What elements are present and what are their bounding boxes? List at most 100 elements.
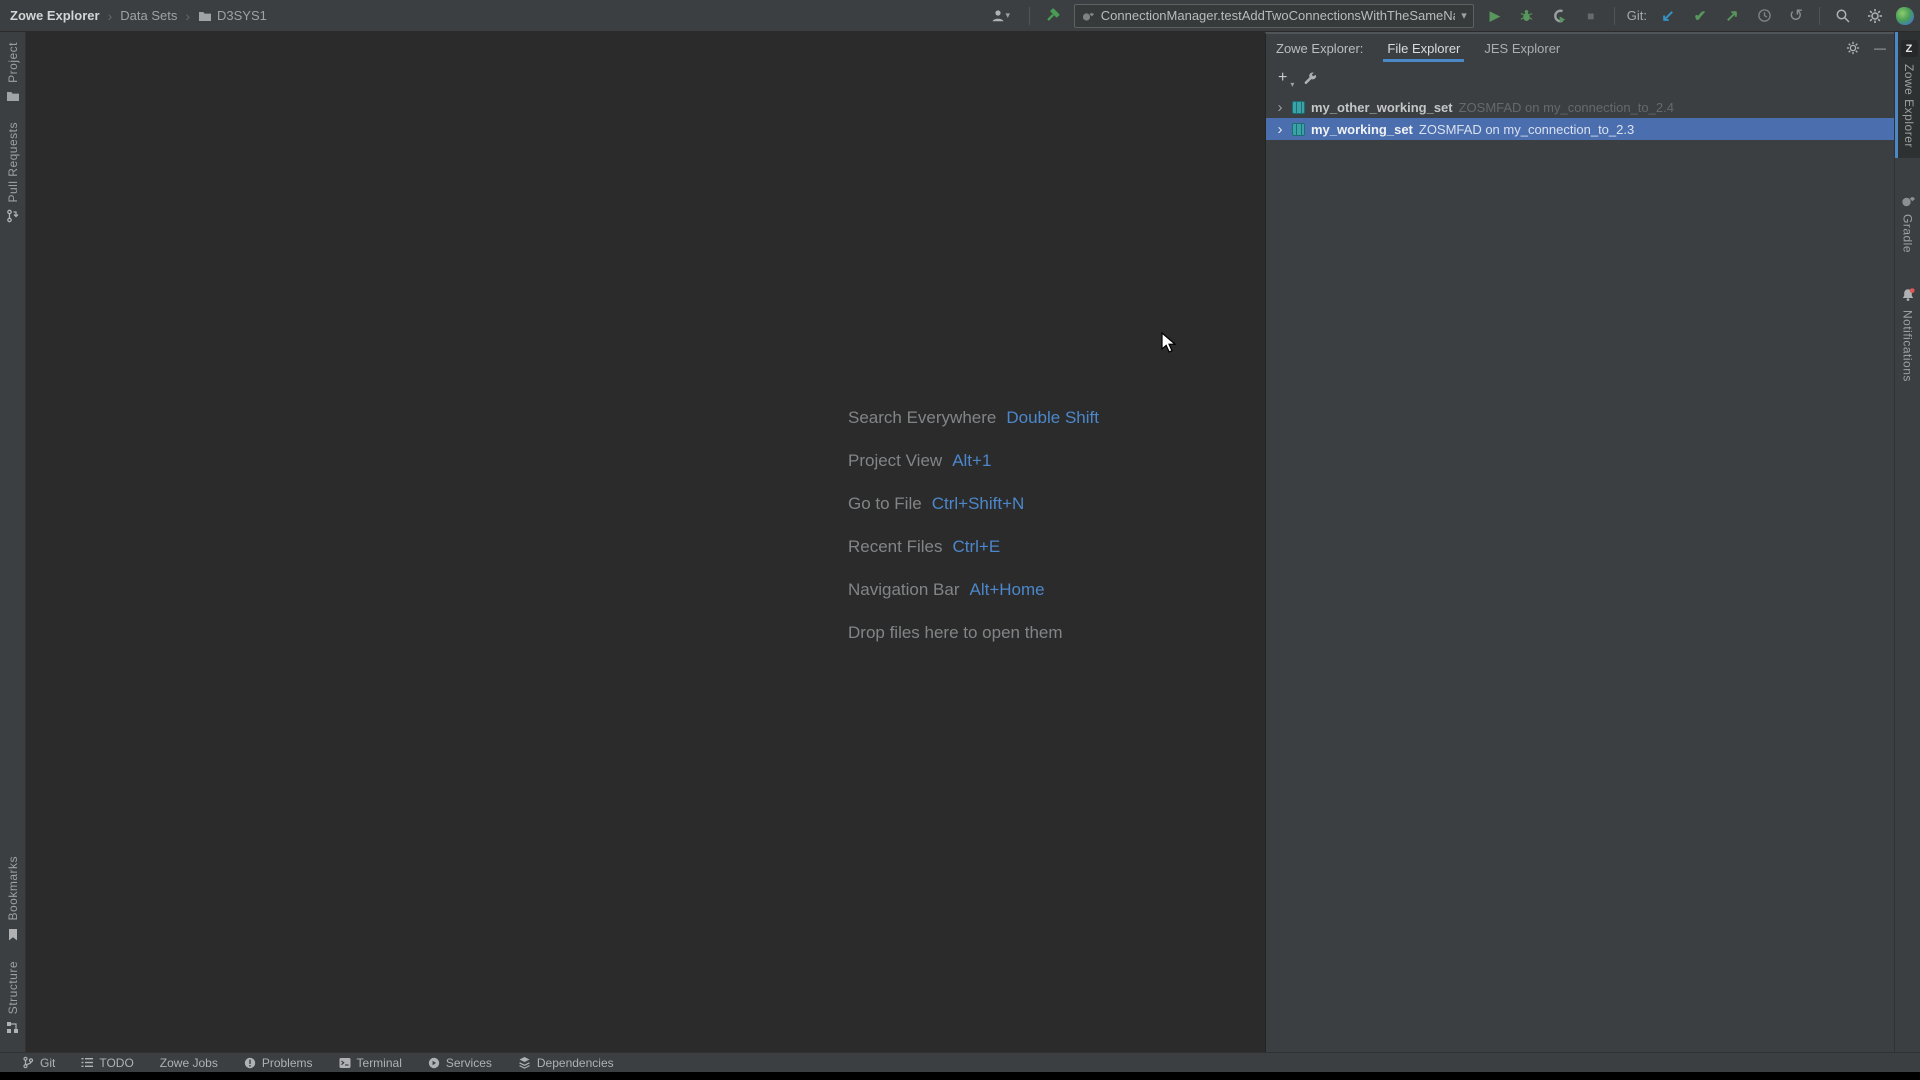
window-bottom-edge [0, 1072, 1920, 1080]
git-commit-button[interactable]: ✔ [1689, 5, 1711, 27]
gear-icon [1868, 8, 1882, 23]
status-bar-label: TODO [99, 1055, 134, 1070]
debug-button[interactable] [1516, 5, 1538, 27]
add-working-set-button[interactable]: + ▾ [1278, 69, 1294, 89]
shortcut-hint-row: Recent Files Ctrl+E [848, 525, 1099, 568]
working-set-tree: › my_other_working_set ZOSMFAD on my_con… [1266, 96, 1894, 140]
status-bar-item-problems[interactable]: Problems [244, 1056, 313, 1070]
wrench-icon [1304, 72, 1317, 84]
tool-window-button-structure[interactable]: Structure [0, 951, 25, 1044]
folder-icon [6, 90, 20, 102]
services-icon [428, 1057, 440, 1069]
tool-window-toolbar: + ▾ [1266, 62, 1894, 94]
user-profile-button[interactable]: ▾ [983, 5, 1017, 27]
tool-window-button-gradle[interactable]: Gradle [1895, 184, 1920, 263]
working-set-detail: ZOSMFAD on my_connection_to_2.4 [1458, 99, 1674, 115]
tool-window-settings-button[interactable] [1846, 41, 1860, 55]
git-update-button[interactable]: ↙ [1657, 5, 1679, 27]
status-bar-label: Problems [261, 1055, 313, 1070]
status-bar: Git TODO Zowe Jobs Problems Terminal Ser… [0, 1052, 1920, 1072]
breadcrumb-item-datasets[interactable]: Data Sets [120, 8, 177, 23]
bug-icon [1520, 9, 1533, 22]
status-bar-item-terminal[interactable]: Terminal [339, 1056, 402, 1070]
git-push-button[interactable]: ↗ [1721, 5, 1743, 27]
run-with-coverage-button[interactable] [1548, 5, 1570, 27]
tab-jes-explorer[interactable]: JES Explorer [1484, 34, 1560, 62]
search-icon [1836, 9, 1850, 23]
status-bar-item-services[interactable]: Services [428, 1056, 492, 1070]
breadcrumb: Zowe Explorer › Data Sets › D3SYS1 [10, 8, 267, 24]
git-branch-icon [22, 1056, 34, 1069]
status-bar-label: Dependencies [536, 1055, 614, 1070]
working-set-icon [1292, 122, 1305, 136]
status-bar-item-todo[interactable]: TODO [81, 1055, 134, 1070]
tool-window-label: Gradle [1900, 213, 1915, 253]
code-with-me-sphere-icon[interactable] [1896, 6, 1914, 25]
settings-button[interactable] [1864, 5, 1886, 27]
chevron-right-icon[interactable]: › [1274, 121, 1286, 138]
left-rail-bottom-group: Bookmarks Structure [0, 846, 25, 1052]
status-bar-label: Services [445, 1055, 492, 1070]
toolbar-divider [1819, 6, 1820, 25]
bell-icon [1900, 287, 1916, 303]
run-button[interactable]: ▶ [1484, 5, 1506, 27]
shortcut-action-label: Navigation Bar [848, 579, 960, 599]
drop-files-hint-row: Drop files here to open them [848, 611, 1099, 654]
local-history-button[interactable] [1753, 5, 1775, 27]
main-toolbar: Zowe Explorer › Data Sets › D3SYS1 ▾ Con… [0, 0, 1920, 32]
clock-icon [1757, 9, 1771, 22]
shortcut-hint-row: Navigation Bar Alt+Home [848, 568, 1099, 611]
rollback-button[interactable]: ↺ [1785, 5, 1807, 27]
stop-button[interactable]: ■ [1580, 5, 1602, 27]
run-configuration-select[interactable]: ConnectionManager.testAddTwoConnectionsW… [1073, 3, 1474, 28]
shortcut-keys: Ctrl+Shift+N [931, 493, 1025, 513]
shortcut-keys: Alt+1 [952, 450, 992, 470]
tree-row-other-working-set[interactable]: › my_other_working_set ZOSMFAD on my_con… [1266, 96, 1894, 118]
edit-working-sets-button[interactable] [1303, 71, 1318, 86]
tool-window-button-zowe-explorer[interactable]: Z Zowe Explorer [1895, 32, 1920, 158]
tab-file-explorer[interactable]: File Explorer [1383, 34, 1465, 62]
tool-window-button-bookmarks[interactable]: Bookmarks [0, 846, 25, 951]
status-bar-label: Git [40, 1055, 56, 1070]
breadcrumb-item-root[interactable]: Zowe Explorer [10, 8, 100, 23]
caret-down-icon: ▾ [1290, 80, 1295, 89]
hide-tool-window-button[interactable]: — [1874, 41, 1886, 55]
folder-icon [198, 10, 212, 22]
dependencies-layers-icon [518, 1056, 531, 1069]
shortcut-keys: Ctrl+E [952, 536, 1001, 556]
gear-icon [1846, 41, 1860, 55]
tree-row-working-set[interactable]: › my_working_set ZOSMFAD on my_connectio… [1266, 118, 1894, 140]
status-bar-label: Zowe Jobs [159, 1055, 218, 1070]
working-set-name: my_working_set [1311, 121, 1413, 137]
shortcut-action-label: Search Everywhere [848, 407, 997, 427]
shortcut-hint-row: Project View Alt+1 [848, 439, 1099, 482]
coverage-icon [1553, 9, 1565, 23]
tool-window-button-pull-requests[interactable]: Pull Requests [0, 112, 25, 234]
zowe-icon: Z [1900, 40, 1918, 57]
breadcrumb-separator-icon: › [107, 7, 113, 24]
tool-window-label: Pull Requests [5, 121, 20, 203]
tool-window-button-notifications[interactable]: Notifications [1895, 277, 1920, 392]
status-bar-item-git[interactable]: Git [22, 1056, 55, 1070]
chevron-right-icon[interactable]: › [1274, 99, 1286, 116]
left-rail-top-group: Project Pull Requests [0, 32, 25, 233]
tool-window-label: Project [5, 42, 20, 83]
status-bar-item-zowe-jobs[interactable]: Zowe Jobs [160, 1056, 218, 1070]
build-project-button[interactable] [1042, 5, 1064, 27]
status-bar-label: Terminal [356, 1055, 402, 1070]
hammer-icon [1047, 8, 1060, 21]
editor-shortcut-hints: Search Everywhere Double Shift Project V… [848, 396, 1099, 654]
run-configuration-name: ConnectionManager.testAddTwoConnectionsW… [1100, 8, 1456, 23]
breadcrumb-item-dataset[interactable]: D3SYS1 [198, 8, 267, 23]
search-everywhere-button[interactable] [1832, 5, 1854, 27]
toolbar-actions: ▾ ConnectionManager.testAddTwoConnection… [983, 3, 1914, 28]
chevron-down-icon: ▾ [1461, 10, 1467, 22]
shortcut-action-label: Recent Files [848, 536, 943, 556]
tool-window-header: Zowe Explorer: File Explorer JES Explore… [1266, 34, 1894, 62]
terminal-icon [339, 1057, 351, 1069]
status-bar-item-dependencies[interactable]: Dependencies [518, 1056, 614, 1070]
todo-list-icon [81, 1057, 94, 1068]
tool-window-button-project[interactable]: Project [0, 32, 25, 112]
run-config-gradle-icon [1081, 10, 1095, 22]
shortcut-action-label: Project View [848, 450, 943, 470]
